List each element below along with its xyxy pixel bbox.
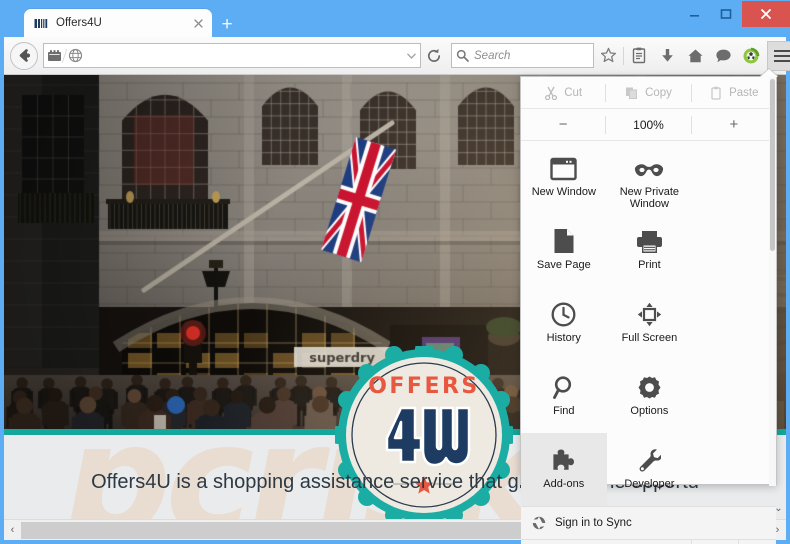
- browser-window: Offers4U + Search OFFERS Offers4U is a s…: [0, 0, 790, 544]
- offers4u-favicon: [34, 18, 49, 29]
- maximize-button[interactable]: [710, 1, 742, 27]
- browser-tab[interactable]: Offers4U: [24, 9, 212, 37]
- paste-label: Paste: [729, 87, 758, 99]
- menu-item-label: Full Screen: [608, 332, 690, 344]
- home-icon[interactable]: [681, 41, 709, 71]
- mask-private-icon: [634, 151, 664, 181]
- svg-text:OFFERS: OFFERS: [368, 374, 480, 399]
- new-window-icon: [550, 151, 577, 181]
- menu-item-label: Find: [523, 405, 605, 417]
- menu-item-options[interactable]: Options: [607, 360, 693, 433]
- chat-bubble-icon[interactable]: [709, 41, 737, 71]
- bookmark-folder-icon[interactable]: [44, 45, 64, 67]
- globe-icon[interactable]: [65, 45, 85, 67]
- menu-item-label: Print: [608, 259, 690, 271]
- menu-item-label: Developer: [608, 478, 690, 490]
- menu-item-label: Save Page: [523, 259, 605, 271]
- reload-button[interactable]: [421, 43, 447, 69]
- menu-grid: New Window New Private Window Save Page …: [521, 141, 776, 506]
- wrench-developer-icon: [637, 443, 661, 473]
- vertical-scroll-down-arrow[interactable]: ⌄: [771, 500, 786, 516]
- firefox-menu-panel: Cut Copy Paste − 100% + New Window New P…: [520, 76, 777, 485]
- menu-panel-scrollbar[interactable]: [769, 77, 776, 486]
- minimize-button[interactable]: [678, 1, 710, 27]
- zoom-level-label[interactable]: 100%: [606, 109, 690, 141]
- copy-menu-item[interactable]: Copy: [606, 77, 690, 109]
- power-exit-icon[interactable]: [738, 540, 776, 544]
- back-button[interactable]: [10, 42, 38, 70]
- puzzle-addons-icon: [551, 443, 577, 473]
- zoom-out-button[interactable]: −: [521, 109, 605, 141]
- hamburger-menu-button[interactable]: [767, 41, 790, 71]
- menu-item-new-window[interactable]: New Window: [521, 141, 607, 214]
- search-icon: [452, 45, 472, 67]
- tab-strip: Offers4U +: [0, 9, 520, 37]
- toolbar-separator: [623, 47, 624, 65]
- zoom-in-button[interactable]: +: [692, 109, 776, 141]
- reading-list-icon[interactable]: [625, 41, 653, 71]
- downloads-icon[interactable]: [653, 41, 681, 71]
- copy-label: Copy: [645, 87, 672, 99]
- menu-item-label: New Window: [523, 186, 605, 198]
- save-page-icon: [553, 224, 575, 254]
- menu-item-add-ons[interactable]: Add-ons: [521, 433, 607, 506]
- cut-menu-item[interactable]: Cut: [521, 77, 605, 109]
- new-tab-button[interactable]: +: [216, 13, 238, 35]
- close-button[interactable]: [742, 1, 790, 27]
- menu-item-print[interactable]: Print: [607, 214, 693, 287]
- menu-bottom-row: Customize ?: [521, 539, 776, 544]
- menu-item-developer[interactable]: Developer: [607, 433, 693, 506]
- menu-item-label: Add-ons: [523, 478, 605, 490]
- extension-green-icon[interactable]: [737, 41, 765, 71]
- sync-label: Sign in to Sync: [555, 517, 632, 529]
- menu-item-sign-in-sync[interactable]: Sign in to Sync: [521, 506, 776, 539]
- printer-icon: [636, 224, 663, 254]
- url-input[interactable]: [85, 44, 402, 67]
- menu-item-full-screen[interactable]: Full Screen: [607, 287, 693, 360]
- paste-icon: [709, 86, 723, 100]
- copy-icon: [625, 86, 639, 100]
- menu-panel-scrollbar-thumb[interactable]: [770, 79, 775, 251]
- magnifier-find-icon: [552, 370, 576, 400]
- menu-item-label: History: [523, 332, 605, 344]
- window-controls: [678, 0, 790, 28]
- paste-menu-item[interactable]: Paste: [692, 77, 776, 109]
- tab-title: Offers4U: [56, 17, 190, 29]
- edit-actions-row: Cut Copy Paste: [521, 77, 776, 109]
- navigation-toolbar: [4, 37, 786, 75]
- tab-close-icon[interactable]: [190, 15, 206, 31]
- menu-item-save-page[interactable]: Save Page: [521, 214, 607, 287]
- star-bookmark-icon[interactable]: [594, 41, 622, 71]
- menu-item-history[interactable]: History: [521, 287, 607, 360]
- sync-icon: [532, 516, 546, 530]
- menu-item-new-private-window[interactable]: New Private Window: [607, 141, 693, 214]
- full-screen-icon: [637, 297, 662, 327]
- search-bar[interactable]: [451, 43, 594, 68]
- menu-item-find[interactable]: Find: [521, 360, 607, 433]
- cut-icon: [544, 86, 558, 100]
- menu-item-label: Options: [608, 405, 690, 417]
- clock-history-icon: [551, 297, 576, 327]
- menu-panel-pointer: [760, 69, 778, 77]
- url-dropdown-icon[interactable]: [402, 53, 420, 59]
- url-bar[interactable]: [43, 43, 421, 68]
- scroll-left-arrow[interactable]: ‹: [4, 521, 21, 540]
- menu-item-label: New Private Window: [608, 186, 690, 210]
- gear-options-icon: [637, 370, 662, 400]
- zoom-row: − 100% +: [521, 109, 776, 141]
- help-question-icon[interactable]: ?: [691, 540, 729, 544]
- cut-label: Cut: [564, 87, 582, 99]
